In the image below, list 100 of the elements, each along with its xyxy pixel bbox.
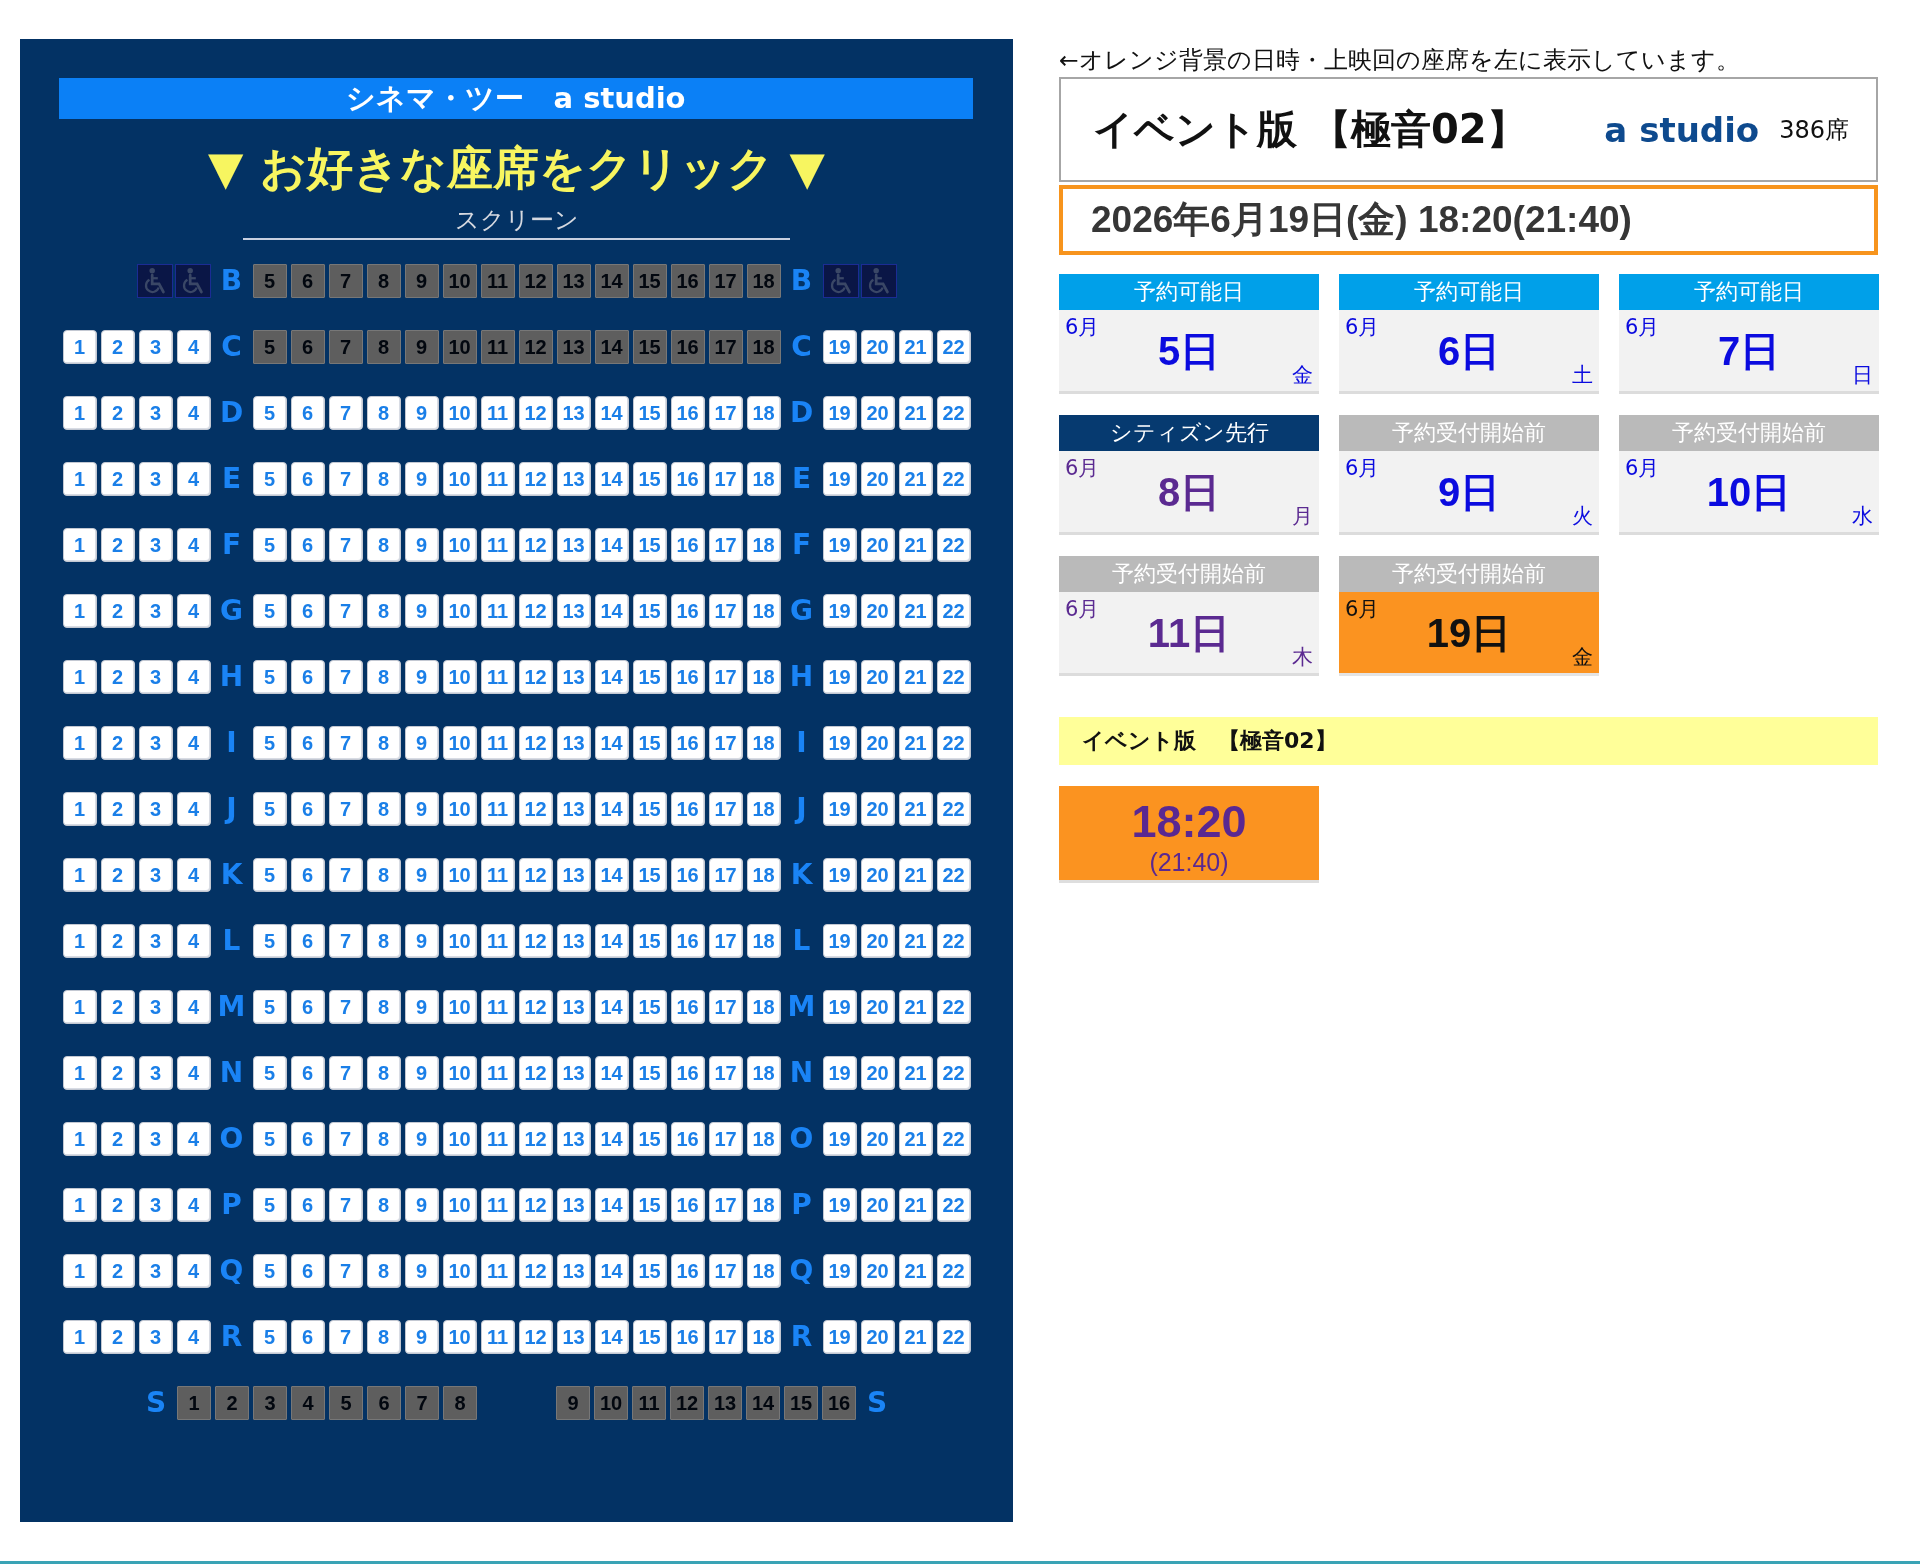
seat-button[interactable]: 16: [670, 1122, 705, 1156]
seat-button[interactable]: 13: [556, 1188, 591, 1222]
seat-button[interactable]: 13: [556, 1056, 591, 1090]
seat-button[interactable]: 15: [632, 858, 667, 892]
seat-button[interactable]: 15: [632, 594, 667, 628]
seat-button[interactable]: 8: [366, 1320, 401, 1354]
seat-button[interactable]: 19: [822, 462, 857, 496]
seat-button[interactable]: 6: [290, 396, 325, 430]
seat-button[interactable]: 10: [442, 594, 477, 628]
seat-button[interactable]: 15: [632, 792, 667, 826]
seat-button[interactable]: 4: [176, 1056, 211, 1090]
seat-button[interactable]: 6: [290, 990, 325, 1024]
seat-button[interactable]: 17: [708, 1122, 743, 1156]
seat-button[interactable]: 10: [442, 660, 477, 694]
seat-button[interactable]: 8: [366, 990, 401, 1024]
seat-button[interactable]: 10: [442, 528, 477, 562]
seat-button[interactable]: 3: [138, 1056, 173, 1090]
seat-button[interactable]: 20: [860, 924, 895, 958]
seat-button[interactable]: 3: [138, 330, 173, 364]
seat-button[interactable]: 1: [62, 1122, 97, 1156]
seat-button[interactable]: 2: [100, 924, 135, 958]
seat-button[interactable]: 11: [480, 792, 515, 826]
seat-button[interactable]: 10: [442, 462, 477, 496]
seat-button[interactable]: 16: [670, 1056, 705, 1090]
seat-button[interactable]: 5: [252, 396, 287, 430]
seat-button[interactable]: 18: [746, 1122, 781, 1156]
seat-button[interactable]: 21: [898, 792, 933, 826]
seat-button[interactable]: 20: [860, 1122, 895, 1156]
seat-button[interactable]: 8: [366, 528, 401, 562]
seat-button[interactable]: 22: [936, 1122, 971, 1156]
seat-button[interactable]: 7: [328, 1122, 363, 1156]
seat-button[interactable]: 16: [670, 1188, 705, 1222]
seat-button[interactable]: 15: [632, 1056, 667, 1090]
seat-button[interactable]: 1: [62, 462, 97, 496]
seat-button[interactable]: 6: [290, 726, 325, 760]
seat-button[interactable]: 9: [404, 1188, 439, 1222]
seat-button[interactable]: 1: [62, 528, 97, 562]
seat-button[interactable]: 17: [708, 1254, 743, 1288]
seat-button[interactable]: 22: [936, 990, 971, 1024]
seat-button[interactable]: 18: [746, 1254, 781, 1288]
seat-button[interactable]: 21: [898, 528, 933, 562]
seat-button[interactable]: 9: [404, 1122, 439, 1156]
date-button[interactable]: 6月 6日 土: [1339, 310, 1599, 394]
seat-button[interactable]: 12: [518, 594, 553, 628]
seat-button[interactable]: 10: [442, 858, 477, 892]
seat-button[interactable]: 5: [252, 990, 287, 1024]
seat-button[interactable]: 14: [594, 462, 629, 496]
seat-button[interactable]: 11: [480, 1320, 515, 1354]
seat-button[interactable]: 1: [62, 726, 97, 760]
seat-button[interactable]: 6: [290, 1188, 325, 1222]
seat-button[interactable]: 17: [708, 1188, 743, 1222]
seat-button[interactable]: 17: [708, 858, 743, 892]
seat-button[interactable]: 13: [556, 858, 591, 892]
seat-button[interactable]: 14: [594, 990, 629, 1024]
seat-button[interactable]: 8: [366, 726, 401, 760]
seat-button[interactable]: 8: [366, 1188, 401, 1222]
seat-button[interactable]: 2: [100, 594, 135, 628]
seat-button[interactable]: 5: [252, 528, 287, 562]
seat-button[interactable]: 13: [556, 792, 591, 826]
seat-button[interactable]: 19: [822, 528, 857, 562]
seat-button[interactable]: 16: [670, 660, 705, 694]
seat-button[interactable]: 12: [518, 660, 553, 694]
seat-button[interactable]: 10: [442, 1320, 477, 1354]
seat-button[interactable]: 16: [670, 858, 705, 892]
seat-button[interactable]: 9: [404, 594, 439, 628]
seat-button[interactable]: 14: [594, 792, 629, 826]
seat-button[interactable]: 14: [594, 858, 629, 892]
seat-button[interactable]: 7: [328, 594, 363, 628]
seat-button[interactable]: 14: [594, 396, 629, 430]
seat-button[interactable]: 4: [176, 528, 211, 562]
seat-button[interactable]: 19: [822, 858, 857, 892]
seat-button[interactable]: 7: [328, 528, 363, 562]
seat-button[interactable]: 6: [290, 1056, 325, 1090]
seat-button[interactable]: 22: [936, 330, 971, 364]
seat-button[interactable]: 7: [328, 792, 363, 826]
seat-button[interactable]: 6: [290, 660, 325, 694]
seat-button[interactable]: 21: [898, 330, 933, 364]
seat-button[interactable]: 3: [138, 528, 173, 562]
seat-button[interactable]: 15: [632, 462, 667, 496]
seat-button[interactable]: 17: [708, 396, 743, 430]
seat-button[interactable]: 15: [632, 396, 667, 430]
seat-button[interactable]: 12: [518, 858, 553, 892]
seat-button[interactable]: 12: [518, 1254, 553, 1288]
seat-button[interactable]: 15: [632, 924, 667, 958]
seat-button[interactable]: 9: [404, 858, 439, 892]
seat-button[interactable]: 9: [404, 396, 439, 430]
seat-button[interactable]: 19: [822, 396, 857, 430]
seat-button[interactable]: 12: [518, 1122, 553, 1156]
seat-button[interactable]: 22: [936, 462, 971, 496]
seat-button[interactable]: 5: [252, 792, 287, 826]
seat-button[interactable]: 10: [442, 726, 477, 760]
seat-button[interactable]: 19: [822, 792, 857, 826]
seat-button[interactable]: 6: [290, 1254, 325, 1288]
seat-button[interactable]: 19: [822, 1056, 857, 1090]
seat-button[interactable]: 1: [62, 330, 97, 364]
seat-button[interactable]: 7: [328, 1188, 363, 1222]
seat-button[interactable]: 22: [936, 528, 971, 562]
seat-button[interactable]: 13: [556, 1122, 591, 1156]
seat-button[interactable]: 22: [936, 726, 971, 760]
seat-button[interactable]: 1: [62, 660, 97, 694]
